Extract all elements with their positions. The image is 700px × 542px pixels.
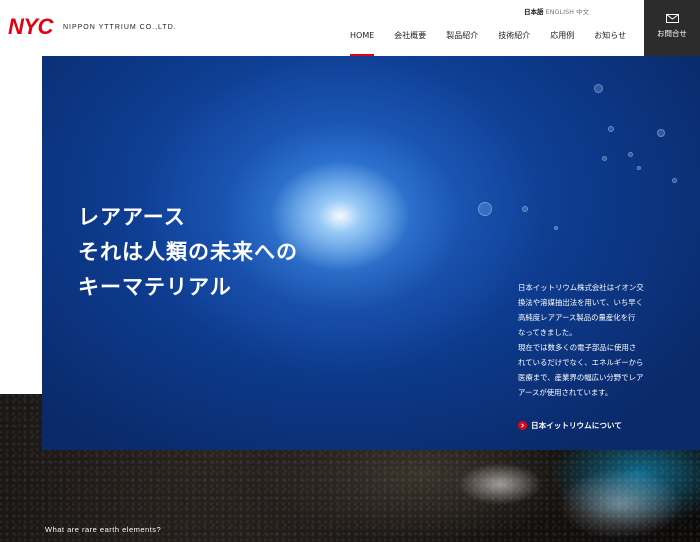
hero-headline-line: レアアース — [78, 205, 186, 229]
logo[interactable]: NYC NIPPON YTTRIUM CO.,LTD. — [8, 14, 177, 40]
site-header: NYC NIPPON YTTRIUM CO.,LTD. 日本語 ENGLISH 中文… — [0, 0, 700, 56]
mail-icon — [665, 14, 679, 23]
bubble — [522, 206, 528, 212]
hero-description-line: 高純度レアアース製品の量産化を行 — [518, 313, 636, 322]
nav-products[interactable]: 製品紹介 — [436, 30, 488, 56]
bubble — [628, 152, 633, 157]
nav-technology[interactable]: 技術紹介 — [488, 30, 540, 56]
about-company-link-label: 日本イットリウムについて — [531, 421, 622, 430]
nav-applications[interactable]: 応用例 — [540, 30, 584, 56]
logo-mark: NYC — [8, 14, 53, 39]
hero-description: 日本イットリウム株式会社はイオン交 換法や溶媒抽出法を用いて、いち早く 高純度レ… — [518, 280, 658, 400]
hero-description-line: アースが使用されています。 — [518, 388, 613, 397]
nav-company[interactable]: 会社概要 — [384, 30, 436, 56]
bubble — [594, 84, 603, 93]
bubble — [554, 226, 558, 230]
hero-description-line: なってきました。 — [518, 328, 577, 337]
hero-headline-line: それは人類の未来への — [78, 240, 298, 264]
bubble — [657, 129, 665, 137]
hero-description-line: 現在では数多くの電子部品に使用さ — [518, 343, 637, 352]
contact-label: お問合せ — [657, 29, 687, 38]
main-nav: HOME 会社概要 製品紹介 技術紹介 応用例 お知らせ — [340, 30, 636, 56]
bubble — [637, 166, 641, 170]
bubble — [608, 126, 614, 132]
nav-news[interactable]: お知らせ — [584, 30, 636, 56]
rare-earth-section-caption[interactable]: What are rare earth elements? — [45, 525, 161, 534]
logo-company-name: NIPPON YTTRIUM CO.,LTD. — [62, 23, 177, 31]
hero-description-line: 換法や溶媒抽出法を用いて、いち早く — [518, 298, 644, 307]
contact-button[interactable]: お問合せ — [644, 0, 700, 56]
hero-underwater-image: レアアース それは人類の未来への キーマテリアル 日本イットリウム株式会社はイオ… — [42, 56, 700, 450]
lang-chinese[interactable]: 中文 — [576, 8, 589, 16]
hero-headline: レアアース それは人類の未来への キーマテリアル — [78, 200, 298, 305]
nav-home[interactable]: HOME — [340, 30, 384, 56]
bubble — [672, 178, 677, 183]
hero-description-line: 日本イットリウム株式会社はイオン交 — [518, 283, 644, 292]
lang-japanese[interactable]: 日本語 — [524, 8, 544, 16]
hero-description-line: れているだけでなく、エネルギーから — [518, 358, 644, 367]
hero-headline-line: キーマテリアル — [78, 275, 232, 299]
bubble — [602, 156, 607, 161]
lang-english[interactable]: ENGLISH — [546, 8, 575, 16]
bubble — [478, 202, 492, 216]
language-switcher: 日本語 ENGLISH 中文 — [524, 6, 591, 16]
about-company-link[interactable]: 日本イットリウムについて — [518, 420, 622, 431]
chevron-right-icon — [518, 421, 527, 430]
hero-description-line: 医療まで、産業界の幅広い分野でレア — [518, 373, 644, 382]
